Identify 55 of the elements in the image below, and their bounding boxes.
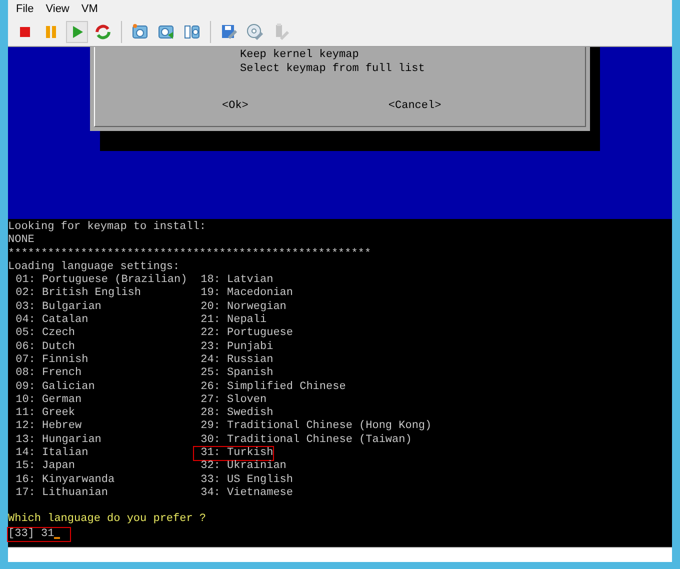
- terminal-input[interactable]: [33] 31: [7, 526, 72, 542]
- media-button[interactable]: [244, 21, 266, 43]
- language-option: 10: German: [8, 392, 83, 408]
- revert-icon: [157, 23, 175, 41]
- language-option: 29: Traditional Chinese (Hong Kong): [193, 419, 433, 435]
- language-option: 15: Japan: [8, 459, 76, 475]
- language-option: 31: Turkish: [193, 446, 274, 462]
- language-option: 04: Catalan: [8, 313, 90, 328]
- reset-icon: [94, 23, 112, 41]
- manager-icon: [183, 23, 201, 41]
- terminal-prompt: Which language do you prefer ?: [8, 513, 206, 527]
- language-option: 21: Nepali: [193, 313, 268, 328]
- language-option: 26: Simplified Chinese: [193, 380, 347, 395]
- language-option: 09: Galician: [8, 380, 96, 395]
- language-option: 17: Lithuanian: [8, 486, 110, 502]
- language-option: 23: Punjabi: [193, 340, 274, 355]
- snapshot-icon: [131, 23, 149, 41]
- menu-item[interactable]: File: [16, 3, 34, 18]
- language-option: 05: Czech: [8, 326, 76, 342]
- language-option: 12: Hebrew: [8, 419, 83, 435]
- language-option: 33: US English: [193, 472, 294, 488]
- dialog-button[interactable]: <Ok>: [222, 100, 248, 112]
- media-icon: [246, 23, 264, 41]
- language-option: 22: Portuguese: [193, 326, 294, 342]
- dialog-option[interactable]: Select keymap from full list: [240, 62, 425, 76]
- menu-item[interactable]: View: [46, 3, 70, 18]
- language-option: 24: Russian: [193, 352, 274, 368]
- language-option: 16: Kinyarwanda: [8, 472, 116, 488]
- language-option: 07: Finnish: [8, 352, 90, 368]
- menu-item[interactable]: VM: [81, 3, 98, 18]
- terminal-line: Looking for keymap to install:: [8, 221, 206, 234]
- language-option: 08: French: [8, 366, 83, 382]
- language-option: 28: Swedish: [193, 406, 274, 422]
- language-option: 19: Macedonian: [193, 286, 294, 302]
- language-option: 13: Hungarian: [8, 432, 102, 448]
- language-option: 06: Dutch: [8, 340, 76, 355]
- terminal-line: NONE: [8, 234, 34, 248]
- language-option: 32: Ukrainian: [193, 459, 288, 475]
- dialog-button[interactable]: <Cancel>: [388, 100, 442, 112]
- language-option: 18: Latvian: [193, 273, 274, 288]
- language-option: 34: Vietnamese: [193, 486, 294, 502]
- play-button[interactable]: [66, 21, 88, 43]
- language-option: 01: Portuguese (Brazilian): [8, 273, 188, 288]
- language-option: 02: British English: [8, 286, 142, 302]
- language-option: 20: Norwegian: [193, 300, 288, 316]
- language-option: 27: Sloven: [193, 392, 268, 408]
- language-option: 03: Bulgarian: [8, 300, 102, 316]
- terminal-line: Loading language settings:: [8, 260, 180, 274]
- dialog-option[interactable]: Keep kernel keymap: [240, 48, 359, 62]
- terminal-line: *******************************************************: [8, 248, 372, 261]
- language-option: 14: Italian: [8, 446, 90, 462]
- settings-icon: [220, 23, 238, 41]
- language-option: 30: Traditional Chinese (Taiwan): [193, 432, 413, 448]
- language-option: 25: Spanish: [193, 366, 274, 382]
- language-option: 11: Greek: [8, 406, 76, 422]
